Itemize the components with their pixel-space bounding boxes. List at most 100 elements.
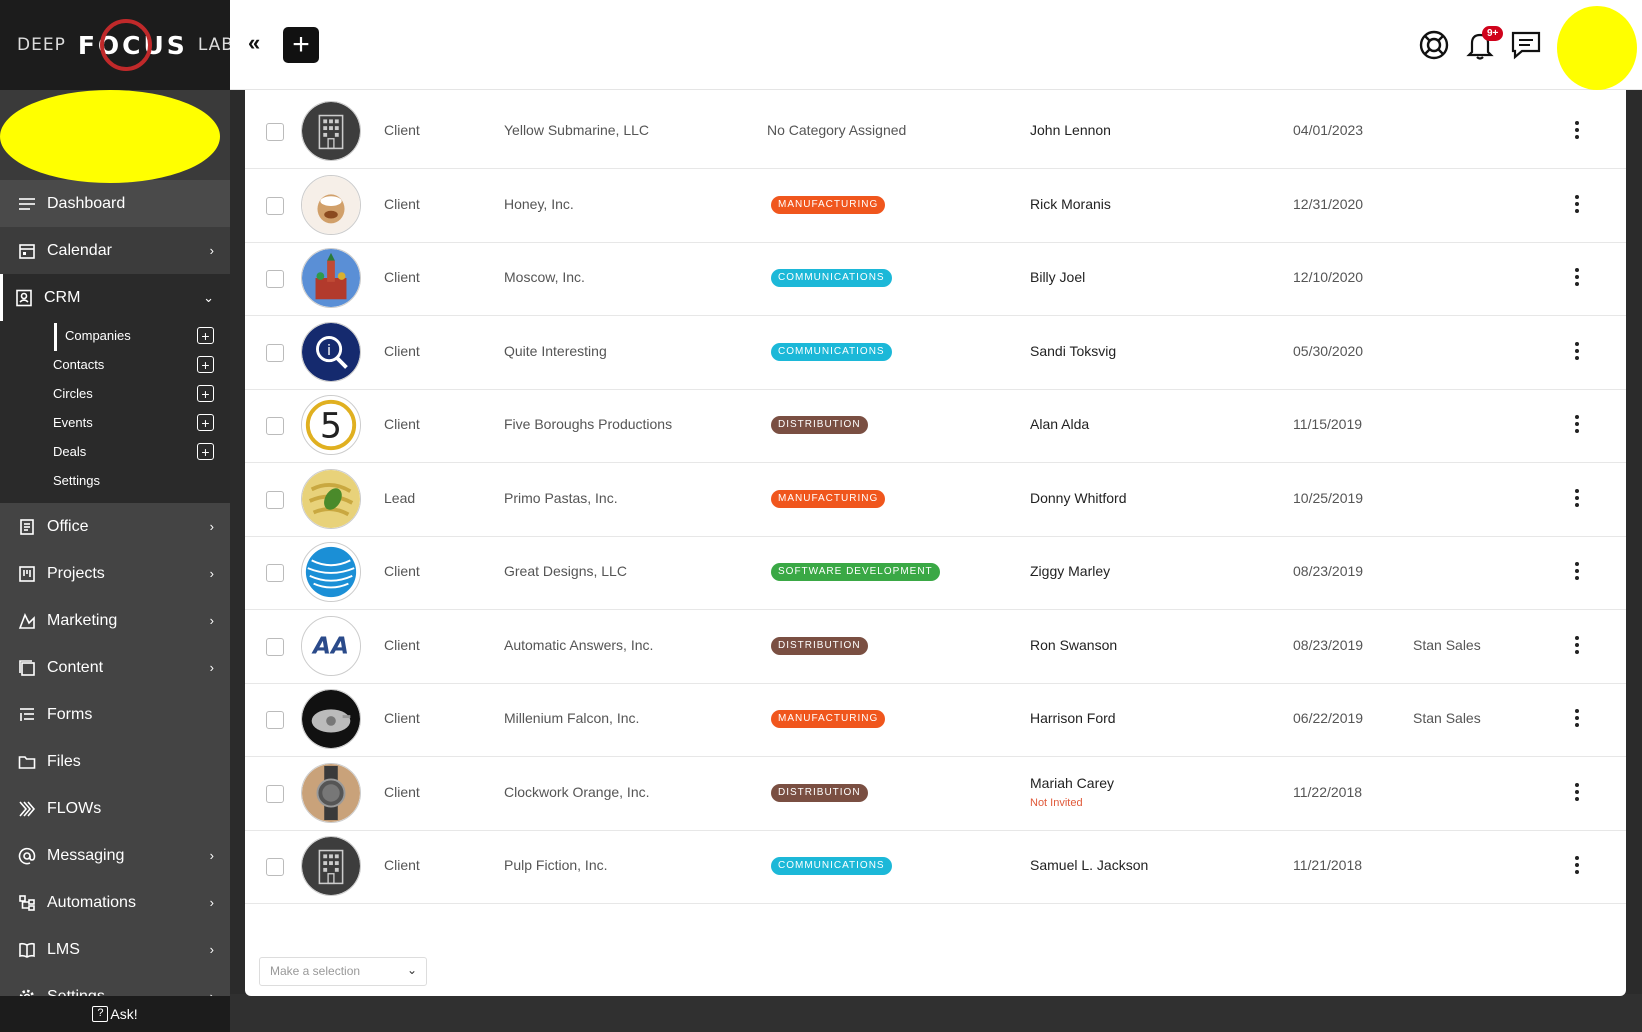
table-row[interactable]: Client Clockwork Orange, Inc. DISTRIBUTION… <box>245 754 1626 831</box>
company-name[interactable]: Clockwork Orange, Inc. <box>504 784 650 800</box>
row-actions-kebab-icon[interactable] <box>1567 412 1587 436</box>
add-contacts-icon[interactable]: + <box>197 356 214 373</box>
company-name[interactable]: Moscow, Inc. <box>504 269 585 285</box>
crm-subitem-circles[interactable]: Circles + <box>0 379 230 408</box>
pasta-logo[interactable] <box>301 468 361 529</box>
company-name[interactable]: Primo Pastas, Inc. <box>504 490 618 506</box>
row-actions-kebab-icon[interactable] <box>1567 633 1587 657</box>
sidebar-item-office[interactable]: Office › <box>0 503 230 550</box>
row-checkbox[interactable] <box>266 637 284 656</box>
redacted-profile-avatar[interactable] <box>1557 6 1637 90</box>
primary-contact[interactable]: Ziggy Marley <box>1030 563 1110 579</box>
sidebar-item-forms[interactable]: Forms <box>0 691 230 738</box>
primary-contact[interactable]: Billy Joel <box>1030 269 1085 285</box>
row-actions-kebab-icon[interactable] <box>1567 853 1587 877</box>
row-actions-kebab-icon[interactable] <box>1567 486 1587 510</box>
primary-contact[interactable]: Donny Whitford <box>1030 490 1126 506</box>
row-actions-kebab-icon[interactable] <box>1567 265 1587 289</box>
collapse-sidebar-button[interactable]: « <box>248 30 260 56</box>
row-checkbox[interactable] <box>266 490 284 509</box>
ask-button[interactable]: ? Ask! <box>0 996 230 1032</box>
table-row[interactable]: Client Millenium Falcon, Inc. MANUFACTURIN… <box>245 680 1626 757</box>
sidebar-item-automations[interactable]: Automations › <box>0 879 230 926</box>
help-lifebuoy-icon[interactable] <box>1417 28 1451 62</box>
company-name[interactable]: Five Boroughs Productions <box>504 416 672 432</box>
brand-logo[interactable]: DEEP FOCUS LABS <box>0 0 244 90</box>
row-actions-kebab-icon[interactable] <box>1567 339 1587 363</box>
sidebar-item-lms[interactable]: LMS › <box>0 926 230 973</box>
table-row[interactable]: Lead Primo Pastas, Inc. MANUFACTURING Donny… <box>245 460 1626 537</box>
building-logo[interactable] <box>301 836 361 896</box>
row-checkbox[interactable] <box>266 343 284 362</box>
table-row[interactable]: Client Honey, Inc. MANUFACTURING Rick Moran… <box>245 166 1626 243</box>
sidebar-item-dashboard[interactable]: Dashboard <box>0 180 230 227</box>
row-actions-kebab-icon[interactable] <box>1567 118 1587 142</box>
company-name[interactable]: Yellow Submarine, LLC <box>504 122 649 138</box>
sidebar-item-flows[interactable]: FLOWs <box>0 785 230 832</box>
table-row[interactable]: 5 Client Five Boroughs Productions DISTRIBU… <box>245 386 1626 463</box>
row-checkbox[interactable] <box>266 417 284 435</box>
moscow-logo[interactable] <box>301 248 361 308</box>
watch-logo[interactable] <box>301 762 361 823</box>
primary-contact[interactable]: Samuel L. Jackson <box>1030 857 1148 873</box>
row-checkbox[interactable] <box>266 858 284 876</box>
add-events-icon[interactable]: + <box>197 414 214 431</box>
building-logo[interactable] <box>301 101 361 161</box>
sidebar-item-projects[interactable]: Projects › <box>0 550 230 597</box>
primary-contact[interactable]: Mariah Carey <box>1030 775 1114 791</box>
company-name[interactable]: Pulp Fiction, Inc. <box>504 857 608 873</box>
bulk-action-select[interactable]: Make a selection ⌄ <box>259 957 427 986</box>
add-button[interactable]: + <box>283 27 319 63</box>
five-logo[interactable]: 5 <box>301 395 361 455</box>
company-name[interactable]: Automatic Answers, Inc. <box>504 637 653 653</box>
company-name[interactable]: Quite Interesting <box>504 343 607 359</box>
row-checkbox[interactable] <box>266 123 284 141</box>
company-name[interactable]: Millenium Falcon, Inc. <box>504 710 639 726</box>
primary-contact[interactable]: Rick Moranis <box>1030 196 1111 212</box>
sidebar-item-crm[interactable]: CRM ⌄ <box>0 274 230 321</box>
row-checkbox[interactable] <box>266 784 284 803</box>
qi-logo[interactable]: i <box>301 321 361 382</box>
row-checkbox[interactable] <box>266 196 284 215</box>
row-actions-kebab-icon[interactable] <box>1567 192 1587 216</box>
sidebar-item-files[interactable]: Files <box>0 738 230 785</box>
crm-subitem-deals[interactable]: Deals + <box>0 437 230 466</box>
crm-subitem-events[interactable]: Events + <box>0 408 230 437</box>
primary-contact[interactable]: John Lennon <box>1030 122 1111 138</box>
globe-logo[interactable] <box>301 542 361 602</box>
table-row[interactable]: i Client Quite Interesting COMMUNICATIONS Sa… <box>245 313 1626 390</box>
chat-icon[interactable] <box>1509 28 1543 62</box>
primary-contact[interactable]: Alan Alda <box>1030 416 1089 432</box>
category-badge: COMMUNICATIONS <box>771 342 892 361</box>
primary-contact[interactable]: Sandi Toksvig <box>1030 343 1116 359</box>
add-companies-icon[interactable]: + <box>197 327 214 344</box>
row-checkbox[interactable] <box>266 711 284 729</box>
row-actions-kebab-icon[interactable] <box>1567 780 1587 804</box>
add-deals-icon[interactable]: + <box>197 443 214 460</box>
sidebar-item-calendar[interactable]: Calendar › <box>0 227 230 274</box>
aa-logo[interactable]: AA <box>301 615 361 676</box>
crm-subitem-companies[interactable]: Companies + <box>0 321 230 351</box>
sidebar-item-content[interactable]: Content › <box>0 644 230 691</box>
sidebar-item-messaging[interactable]: Messaging › <box>0 832 230 879</box>
table-row[interactable]: Client Pulp Fiction, Inc. COMMUNICATIONS Sa… <box>245 827 1626 904</box>
row-actions-kebab-icon[interactable] <box>1567 559 1587 583</box>
add-circles-icon[interactable]: + <box>197 385 214 402</box>
primary-contact[interactable]: Ron Swanson <box>1030 637 1117 653</box>
table-row[interactable]: Client Moscow, Inc. COMMUNICATIONS Billy Jo… <box>245 239 1626 316</box>
company-name[interactable]: Great Designs, LLC <box>504 563 627 579</box>
falcon-logo[interactable] <box>301 689 361 749</box>
table-row[interactable]: AA Client Automatic Answers, Inc. DISTRIBUT… <box>245 607 1626 684</box>
row-checkbox[interactable] <box>266 270 284 288</box>
honey-logo[interactable] <box>301 174 361 235</box>
redacted-user-avatar[interactable] <box>0 90 220 183</box>
company-name[interactable]: Honey, Inc. <box>504 196 574 212</box>
sidebar-item-marketing[interactable]: Marketing › <box>0 597 230 644</box>
crm-subitem-contacts[interactable]: Contacts + <box>0 350 230 379</box>
table-row[interactable]: Client Great Designs, LLC SOFTWARE DEVELOP… <box>245 533 1626 610</box>
row-actions-kebab-icon[interactable] <box>1567 706 1587 730</box>
primary-contact[interactable]: Harrison Ford <box>1030 710 1116 726</box>
table-row[interactable]: Client Yellow Submarine, LLC No Category A… <box>245 92 1626 169</box>
crm-subitem-settings[interactable]: Settings <box>0 466 230 495</box>
row-checkbox[interactable] <box>266 564 284 582</box>
